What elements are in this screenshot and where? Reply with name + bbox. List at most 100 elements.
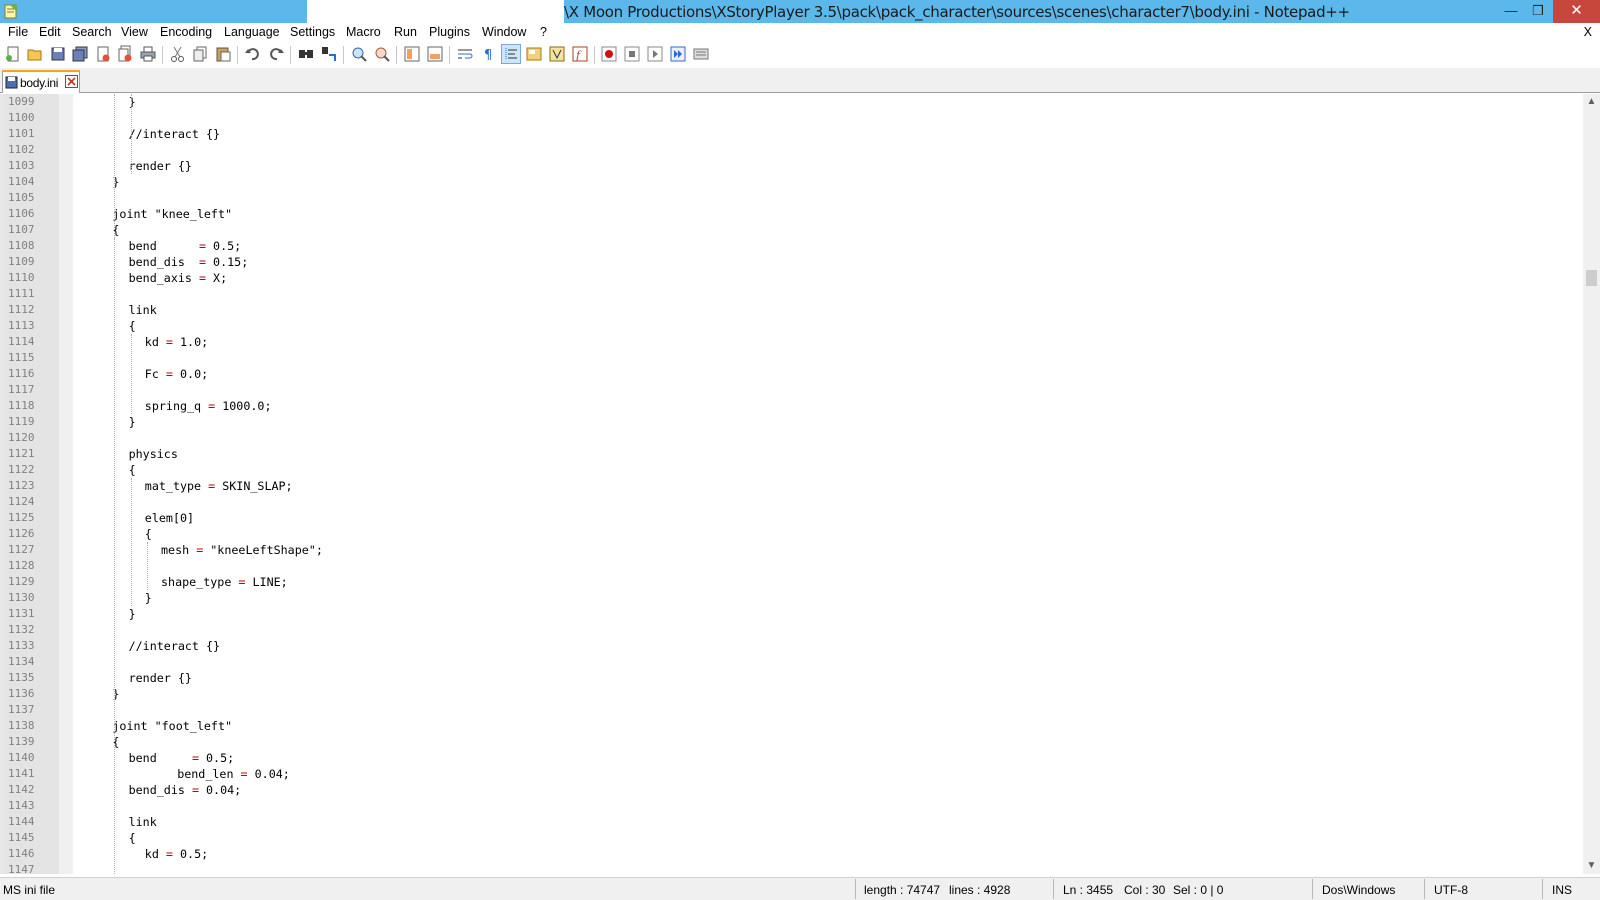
line-number: 1118 [8,399,35,412]
record-macro-icon[interactable] [600,45,618,63]
line-number: 1135 [8,671,35,684]
save-all-icon[interactable] [71,45,89,63]
open-file-icon[interactable] [26,45,44,63]
line-number: 1100 [8,111,35,124]
code-line: { [128,831,136,845]
code-line: render {} [128,671,192,685]
indent-guide-icon[interactable] [501,44,521,64]
document-map-icon[interactable] [548,45,566,63]
fold-margin[interactable] [59,94,73,874]
redo-icon[interactable] [267,45,285,63]
line-number: 1111 [8,287,35,300]
window-title: \X Moon Productions\XStoryPlayer 3.5\pac… [564,3,1350,21]
scroll-up-icon[interactable]: ▲ [1583,94,1600,110]
find-icon[interactable] [297,45,315,63]
function-list-icon[interactable]: f [571,45,589,63]
user-language-icon[interactable] [525,45,543,63]
code-line: { [128,319,136,333]
status-bar: MS ini file length : 74747 lines : 4928 … [0,877,1600,900]
menu-run[interactable]: Run [394,25,417,39]
copy-icon[interactable] [191,45,209,63]
code-line: bend_dis = 0.15; [128,255,249,269]
zoom-out-icon[interactable] [373,45,391,63]
scroll-down-icon[interactable]: ▼ [1583,858,1600,874]
status-separator [1542,879,1543,899]
code-line: bend_axis = X; [128,271,228,285]
sync-vertical-icon[interactable] [403,45,421,63]
save-macro-icon[interactable] [692,45,710,63]
toolbar-separator [449,46,450,64]
line-number: 1123 [8,479,35,492]
line-number: 1125 [8,511,35,524]
close-all-icon[interactable] [116,45,134,63]
close-document-button[interactable]: X [1584,25,1592,39]
zoom-in-icon[interactable] [350,45,368,63]
line-number: 1147 [8,863,35,874]
replace-icon[interactable] [320,45,338,63]
vertical-scrollbar[interactable]: ▲ ▼ [1583,94,1600,874]
show-all-chars-icon[interactable]: ¶ [479,45,497,63]
menu-encoding[interactable]: Encoding [160,25,212,39]
editor[interactable]: } //interact {} render {}} joint "knee_left… [0,94,1600,874]
stop-record-icon[interactable] [623,45,641,63]
cut-icon[interactable] [169,45,187,63]
line-number: 1107 [8,223,35,236]
menu-file[interactable]: File [8,25,28,39]
line-number: 1109 [8,255,35,268]
line-number: 1114 [8,335,35,348]
line-number: 1110 [8,271,35,284]
paste-icon[interactable] [214,45,232,63]
line-number: 1101 [8,127,35,140]
status-file-type: MS ini file [3,883,56,897]
code-line: link [128,815,157,829]
minimize-button[interactable]: — [1497,0,1525,23]
status-separator [1312,879,1313,899]
close-icon[interactable] [94,45,112,63]
line-number: 1142 [8,783,35,796]
line-number: 1115 [8,351,35,364]
code-line: physics [128,447,178,461]
line-number: 1108 [8,239,35,252]
saved-file-icon [5,76,18,89]
tab-close-icon[interactable] [65,75,78,88]
indent-guide [130,94,132,174]
run-macro-multiple-icon[interactable] [669,45,687,63]
menu-view[interactable]: View [121,25,148,39]
line-number: 1144 [8,815,35,828]
line-number: 1121 [8,447,35,460]
line-number: 1143 [8,799,35,812]
close-window-button[interactable]: ✕ [1553,0,1600,23]
print-icon[interactable] [139,45,157,63]
menu-plugins[interactable]: Plugins [429,25,470,39]
code-line: mesh = "kneeLeftShape"; [161,543,323,557]
menu-settings[interactable]: Settings [290,25,335,39]
line-number: 1102 [8,143,35,156]
maximize-button[interactable]: ❐ [1524,0,1552,23]
line-number: 1106 [8,207,35,220]
code-line: } [144,591,152,605]
line-number: 1117 [8,383,35,396]
menu-search[interactable]: Search [72,25,112,39]
code-line: spring_q = 1000.0; [144,399,272,413]
status-eol: Dos\Windows [1322,883,1396,897]
line-number: 1126 [8,527,35,540]
play-macro-icon[interactable] [646,45,664,63]
scrollbar-thumb[interactable] [1586,270,1597,286]
sync-horizontal-icon[interactable] [426,45,444,63]
status-selection: Sel : 0 | 0 [1173,883,1224,897]
line-number: 1141 [8,767,35,780]
menu-macro[interactable]: Macro [346,25,381,39]
menu-help[interactable]: ? [540,25,547,39]
menu-edit[interactable]: Edit [39,25,61,39]
menu-language[interactable]: Language [224,25,280,39]
save-icon[interactable] [49,45,67,63]
tab-body-ini[interactable]: body.ini [2,70,80,93]
line-number: 1130 [8,591,35,604]
menu-window[interactable]: Window [482,25,526,39]
status-length: length : 74747 [864,883,941,897]
code-line: joint "foot_left" [112,719,233,733]
word-wrap-icon[interactable] [456,45,474,63]
undo-icon[interactable] [244,45,262,63]
new-file-icon[interactable] [4,45,22,63]
status-line: Ln : 3455 [1063,883,1114,897]
